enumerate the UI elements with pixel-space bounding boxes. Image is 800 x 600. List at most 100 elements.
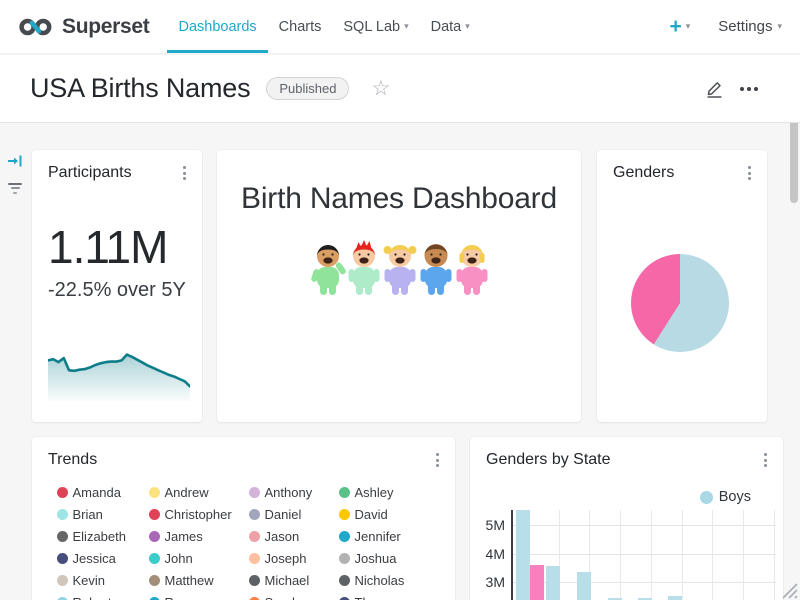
legend-item[interactable]: Elizabeth	[57, 529, 149, 544]
genders-by-state-card: Genders by State Boys 5M4M3M	[470, 437, 783, 600]
legend-label: Andrew	[165, 485, 209, 500]
legend-item[interactable]: Christopher	[149, 507, 249, 522]
legend-label: Kevin	[73, 573, 106, 588]
genders-card: Genders	[597, 150, 767, 422]
bar-chart: 5M4M3M	[513, 510, 776, 600]
legend-swatch	[700, 491, 713, 504]
legend-item[interactable]: Jason	[249, 529, 339, 544]
legend-label: Jason	[265, 529, 300, 544]
legend-item[interactable]: Ryan	[149, 595, 249, 600]
legend-label: Thomas	[355, 595, 402, 600]
legend-label: James	[165, 529, 203, 544]
legend-label: Brian	[73, 507, 103, 522]
legend-item[interactable]: Jennifer	[339, 529, 431, 544]
trends-legend: Amanda Andrew Anthony Ashley Brian Christophe…	[32, 485, 455, 600]
chevron-down-icon: ▾	[404, 22, 409, 31]
legend-item[interactable]: Daniel	[249, 507, 339, 522]
nav-item-data[interactable]: Data ▾	[420, 0, 481, 53]
legend-item[interactable]: Sarah	[249, 595, 339, 600]
legend-item[interactable]: Andrew	[149, 485, 249, 500]
legend-label: Anthony	[265, 485, 313, 500]
legend-label: Elizabeth	[73, 529, 126, 544]
new-button[interactable]: + ▾	[669, 16, 690, 37]
kebab-menu-icon[interactable]	[181, 164, 188, 182]
legend-swatch	[339, 509, 350, 520]
kebab-menu-icon[interactable]	[434, 451, 441, 469]
expand-filters-icon[interactable]	[7, 153, 23, 169]
legend-item[interactable]: Ashley	[339, 485, 431, 500]
legend-swatch	[149, 531, 160, 542]
legend-item[interactable]: Jessica	[57, 551, 149, 566]
legend-swatch	[339, 487, 350, 498]
legend-item[interactable]: Thomas	[339, 595, 431, 600]
legend-item[interactable]: Joseph	[249, 551, 339, 566]
legend-item[interactable]: Anthony	[249, 485, 339, 500]
bar-girls[interactable]	[530, 565, 544, 600]
legend-swatch	[57, 509, 68, 520]
y-axis-tick: 4M	[469, 546, 505, 562]
chevron-down-icon: ▾	[777, 22, 782, 31]
legend-swatch	[249, 553, 260, 564]
legend-item[interactable]: Brian	[57, 507, 149, 522]
legend-item[interactable]: Joshua	[339, 551, 431, 566]
legend-swatch	[149, 509, 160, 520]
legend-label: John	[165, 551, 193, 566]
bar-boys[interactable]	[516, 510, 530, 600]
nav-item-dashboards[interactable]: Dashboards	[167, 0, 267, 53]
legend-swatch	[57, 531, 68, 542]
superset-dashboard-page: Superset Dashboards Charts SQL Lab ▾ Dat…	[0, 0, 800, 600]
legend-swatch	[149, 487, 160, 498]
nav-right: + ▾ Settings ▾	[669, 0, 782, 53]
legend-item[interactable]: Robert	[57, 595, 149, 600]
bar-boys[interactable]	[577, 572, 591, 600]
legend-item[interactable]: Michael	[249, 573, 339, 588]
status-badge[interactable]: Published	[266, 77, 349, 100]
legend-swatch	[149, 553, 160, 564]
chart-title: Genders	[613, 164, 674, 182]
bar-boys[interactable]	[546, 566, 560, 600]
legend-label: Jessica	[73, 551, 116, 566]
resize-handle-icon[interactable]	[780, 582, 798, 599]
edit-pencil-icon[interactable]	[705, 79, 724, 98]
chart-title: Trends	[48, 451, 97, 469]
legend-item[interactable]: Kevin	[57, 573, 149, 588]
legend-item[interactable]: John	[149, 551, 249, 566]
legend-swatch	[249, 509, 260, 520]
genders-pie[interactable]	[631, 254, 729, 352]
legend-swatch	[57, 575, 68, 586]
legend-item[interactable]: James	[149, 529, 249, 544]
legend-swatch	[339, 553, 350, 564]
y-axis-tick: 3M	[469, 574, 505, 590]
kids-illustration	[310, 240, 488, 298]
legend-label: Robert	[73, 595, 112, 600]
legend-item[interactable]: Nicholas	[339, 573, 431, 588]
trends-card: Trends Amanda Andrew Anthony Ashley Brian Chr…	[32, 437, 455, 600]
legend-item-boys[interactable]: Boys	[700, 489, 751, 505]
top-nav: Superset Dashboards Charts SQL Lab ▾ Dat…	[0, 0, 800, 54]
nav-item-sql-lab[interactable]: SQL Lab ▾	[332, 0, 419, 53]
legend-item[interactable]: David	[339, 507, 431, 522]
legend-item[interactable]: Amanda	[57, 485, 149, 500]
settings-menu[interactable]: Settings ▾	[718, 18, 782, 35]
filter-bar-collapsed	[0, 123, 30, 600]
bar-boys[interactable]	[668, 596, 682, 600]
legend-label: Joseph	[265, 551, 307, 566]
brand-name: Superset	[62, 15, 149, 39]
superset-logo[interactable]: Superset	[18, 0, 149, 53]
filter-icon[interactable]	[7, 180, 23, 196]
legend-item[interactable]: Matthew	[149, 573, 249, 588]
kebab-menu-icon[interactable]	[746, 164, 753, 182]
legend-swatch	[249, 575, 260, 586]
kebab-menu-icon[interactable]	[762, 451, 769, 469]
favorite-star-icon[interactable]: ☆	[371, 76, 390, 101]
legend-label: Christopher	[165, 507, 232, 522]
legend-swatch	[339, 531, 350, 542]
legend-label: Daniel	[265, 507, 302, 522]
plus-icon: +	[669, 16, 681, 37]
legend-label: Michael	[265, 573, 310, 588]
big-number-value: 1.11M	[48, 224, 167, 270]
nav-item-charts[interactable]: Charts	[268, 0, 333, 53]
participants-card: Participants 1.11M -22.5% over 5Y	[32, 150, 202, 422]
legend-label: Nicholas	[355, 573, 405, 588]
more-options-icon[interactable]	[740, 87, 758, 91]
